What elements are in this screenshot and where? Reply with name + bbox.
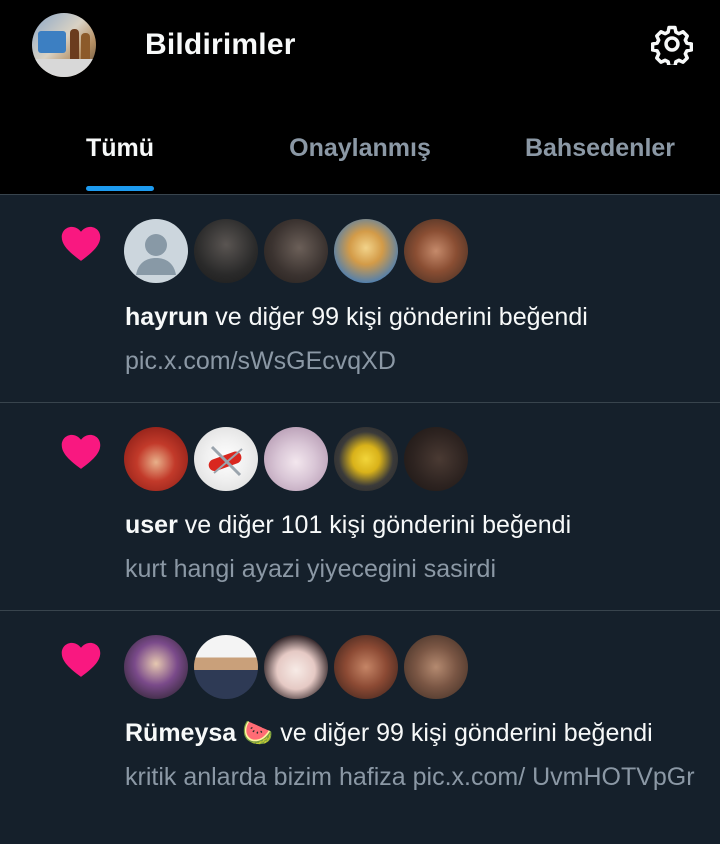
avatar[interactable] <box>264 219 328 283</box>
avatar[interactable] <box>194 219 258 283</box>
notification-text: Rümeysa 🍉 ve diğer 99 kişi gönderini beğe… <box>125 719 653 748</box>
tab-mentions[interactable]: Bahsedenler <box>505 110 695 194</box>
post-preview[interactable]: kurt hangi ayazi yiyecegini sasirdi <box>125 553 695 585</box>
post-preview[interactable]: kritik anlarda bizim hafiza pic.x.com/ U… <box>125 761 695 793</box>
notification-message: ve diğer 99 kişi gönderini beğendi <box>273 719 653 747</box>
heart-icon <box>61 226 101 261</box>
avatar[interactable] <box>334 427 398 491</box>
avatar[interactable] <box>404 427 468 491</box>
tab-label: Tümü <box>85 134 155 162</box>
watermelon-emoji: 🍉 <box>242 719 274 747</box>
avatar[interactable] <box>124 427 188 491</box>
swiss-knife-icon <box>208 445 243 477</box>
tab-label: Onaylanmış <box>289 134 431 162</box>
tab-label: Bahsedenler <box>524 134 676 162</box>
notification-item[interactable]: Rümeysa 🍉 ve diğer 99 kişi gönderini beğe… <box>0 611 720 844</box>
notification-text: user ve diğer 101 kişi gönderini beğendi <box>125 511 571 540</box>
heart-icon <box>61 434 101 469</box>
avatar-detail <box>70 29 79 61</box>
gear-icon <box>651 25 693 65</box>
top-bar: Bildirimler Tümü Onaylanmış Bahsedenler <box>0 0 720 194</box>
post-preview[interactable]: pic.x.com/sWsGEcvqXD <box>125 345 695 377</box>
notification-message: ve diğer 101 kişi gönderini beğendi <box>177 511 572 539</box>
profile-avatar[interactable] <box>32 13 96 77</box>
avatar-detail <box>81 33 90 61</box>
user-name[interactable]: hayrun <box>125 303 208 331</box>
default-avatar-icon <box>136 234 176 275</box>
avatar[interactable] <box>404 219 468 283</box>
avatar[interactable] <box>404 635 468 699</box>
avatar[interactable] <box>334 219 398 283</box>
page-title: Bildirimler <box>145 28 296 61</box>
notification-message: ve diğer 99 kişi gönderini beğendi <box>208 303 588 331</box>
avatar-detail <box>32 59 96 77</box>
avatar[interactable] <box>264 427 328 491</box>
avatar[interactable] <box>124 635 188 699</box>
avatar[interactable] <box>334 635 398 699</box>
tab-all[interactable]: Tümü <box>60 110 180 194</box>
notification-text: hayrun ve diğer 99 kişi gönderini beğend… <box>125 303 588 332</box>
user-name[interactable]: user <box>125 511 178 539</box>
avatar[interactable] <box>264 635 328 699</box>
heart-icon <box>61 642 101 677</box>
avatar[interactable] <box>124 219 188 283</box>
avatar-detail <box>38 31 66 53</box>
notification-item[interactable]: user ve diğer 101 kişi gönderini beğendi… <box>0 403 720 610</box>
tab-verified[interactable]: Onaylanmış <box>270 110 450 194</box>
active-tab-indicator <box>86 186 154 191</box>
notification-item[interactable]: hayrun ve diğer 99 kişi gönderini beğend… <box>0 195 720 402</box>
avatar[interactable] <box>194 635 258 699</box>
tab-bar: Tümü Onaylanmış Bahsedenler <box>0 110 720 194</box>
user-name[interactable]: Rümeysa <box>125 719 236 747</box>
settings-button[interactable] <box>648 20 696 68</box>
avatar[interactable] <box>194 427 258 491</box>
